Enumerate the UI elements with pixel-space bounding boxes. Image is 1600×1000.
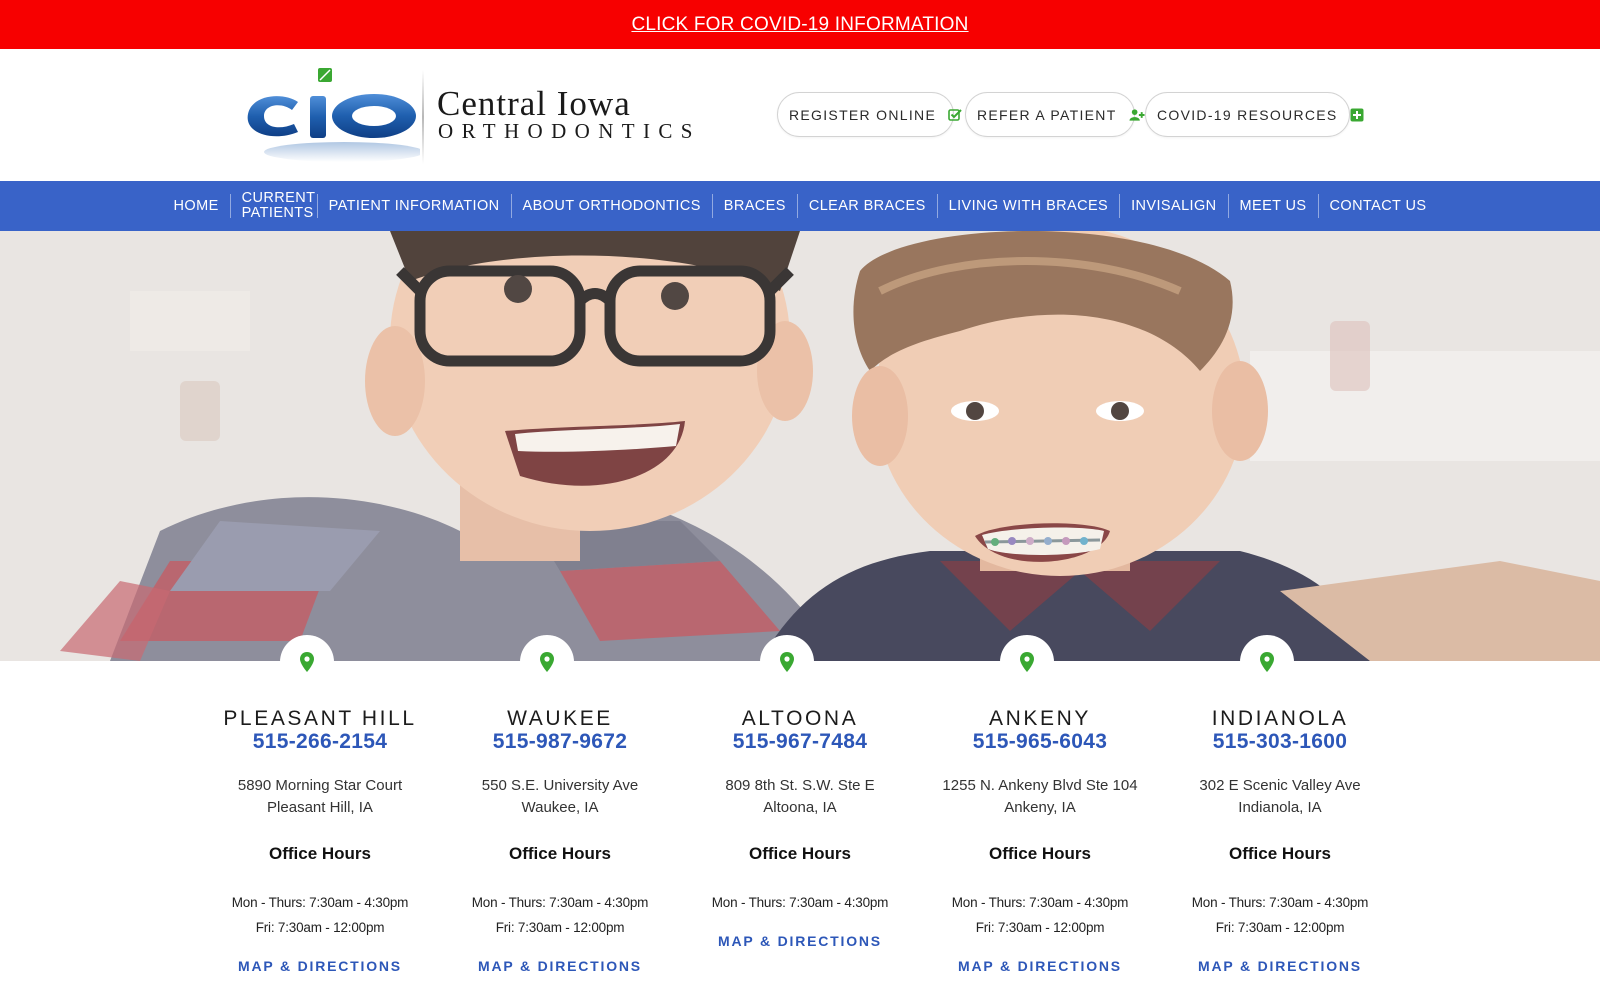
refer-patient-button[interactable]: REFER A PATIENT <box>965 92 1145 137</box>
nav-item-braces[interactable]: BRACES <box>713 198 797 214</box>
nav-item-invisalign[interactable]: INVISALIGN <box>1120 198 1227 214</box>
location-pin-button[interactable] <box>280 635 334 689</box>
location-pin-button[interactable] <box>1240 635 1294 689</box>
location-phone-link[interactable]: 515-303-1600 <box>1160 730 1400 754</box>
hero-illustration <box>0 231 1600 661</box>
location-name: INDIANOLA <box>1211 707 1349 730</box>
office-hours-title: Office Hours <box>748 844 852 863</box>
office-hours-title: Office Hours <box>268 844 372 863</box>
location-phone-link[interactable]: 515-965-6043 <box>920 730 1160 754</box>
nav-item-living-with-braces[interactable]: LIVING WITH BRACES <box>938 198 1119 214</box>
office-hours-friday: Fri: 7:30am - 12:00pm <box>495 920 625 935</box>
map-directions-link[interactable]: MAP & DIRECTIONS <box>680 933 920 949</box>
office-hours-friday: Fri: 7:30am - 12:00pm <box>975 920 1105 935</box>
map-pin-icon <box>780 652 794 672</box>
map-pin-icon <box>540 652 554 672</box>
covid-resources-button[interactable]: COVID-19 RESOURCES <box>1145 92 1364 137</box>
check-square-icon <box>948 107 962 123</box>
location-phone-link[interactable]: 515-987-9672 <box>440 730 680 754</box>
location-name: ALTOONA <box>741 707 859 730</box>
location-address-line2: Altoona, IA <box>763 799 837 816</box>
location-address-line2: Ankeny, IA <box>1004 799 1076 816</box>
locations-section: PLEASANT HILL 515-266-2154 5890 Morning … <box>0 631 1600 1000</box>
location-pin-button[interactable] <box>1000 635 1054 689</box>
register-online-label: REGISTER ONLINE <box>789 106 937 123</box>
logo-subtitle: ORTHODONTICS <box>438 119 701 143</box>
map-directions-link[interactable]: MAP & DIRECTIONS <box>200 958 440 974</box>
map-directions-link[interactable]: MAP & DIRECTIONS <box>1160 958 1400 974</box>
location-pin-button[interactable] <box>760 635 814 689</box>
location-address-line1: 809 8th St. S.W. Ste E <box>725 777 875 794</box>
nav-item-current-patients[interactable]: CURRENT PATIENTS <box>231 191 317 221</box>
location-address-line2: Waukee, IA <box>521 799 599 816</box>
map-pin-icon <box>1260 652 1274 672</box>
location-name: ANKENY <box>989 707 1091 730</box>
nav-item-contact-us[interactable]: CONTACT US <box>1319 198 1438 214</box>
nav-item-about-orthodontics[interactable]: ABOUT ORTHODONTICS <box>512 198 712 214</box>
nav-item-home[interactable]: HOME <box>163 198 230 214</box>
refer-patient-label: REFER A PATIENT <box>977 106 1117 123</box>
location-name: WAUKEE <box>507 707 613 730</box>
office-hours-weekday: Mon - Thurs: 7:30am - 4:30pm <box>951 895 1129 910</box>
main-nav: HOME CURRENT PATIENTS PATIENT INFORMATIO… <box>0 181 1600 231</box>
office-hours-friday: Fri: 7:30am - 12:00pm <box>255 920 385 935</box>
location-address-line2: Indianola, IA <box>1238 799 1322 816</box>
logo-name: Central Iowa <box>437 84 631 123</box>
map-pin-icon <box>1020 652 1034 672</box>
covid-info-link[interactable]: CLICK FOR COVID-19 INFORMATION <box>631 14 968 36</box>
office-hours-weekday: Mon - Thurs: 7:30am - 4:30pm <box>471 895 649 910</box>
plus-square-icon <box>1350 107 1364 123</box>
cio-logo-mark <box>247 68 420 162</box>
logo-divider <box>422 70 424 164</box>
location-phone-link[interactable]: 515-967-7484 <box>680 730 920 754</box>
site-header: Central Iowa ORTHODONTICS REGISTER ONLIN… <box>0 49 1600 181</box>
location-address-line1: 1255 N. Ankeny Blvd Ste 104 <box>942 777 1138 794</box>
location-pin-button[interactable] <box>520 635 574 689</box>
office-hours-weekday: Mon - Thurs: 7:30am - 4:30pm <box>1191 895 1369 910</box>
office-hours-friday: Fri: 7:30am - 12:00pm <box>1215 920 1345 935</box>
map-directions-link[interactable]: MAP & DIRECTIONS <box>920 958 1160 974</box>
location-address-line1: 302 E Scenic Valley Ave <box>1199 777 1361 794</box>
office-hours-title: Office Hours <box>508 844 612 863</box>
office-hours-title: Office Hours <box>988 844 1092 863</box>
nav-item-meet-us[interactable]: MEET US <box>1229 198 1318 214</box>
covid-resources-label: COVID-19 RESOURCES <box>1157 106 1338 123</box>
location-name: PLEASANT HILL <box>223 707 417 730</box>
logo[interactable]: Central Iowa ORTHODONTICS <box>244 66 712 168</box>
location-address-line1: 5890 Morning Star Court <box>237 777 403 794</box>
register-online-button[interactable]: REGISTER ONLINE <box>777 92 962 137</box>
location-address-line1: 550 S.E. University Ave <box>481 777 639 794</box>
office-hours-weekday: Mon - Thurs: 7:30am - 4:30pm <box>231 895 409 910</box>
nav-item-patient-information[interactable]: PATIENT INFORMATION <box>318 198 511 214</box>
location-address-line2: Pleasant Hill, IA <box>267 799 373 816</box>
map-directions-link[interactable]: MAP & DIRECTIONS <box>440 958 680 974</box>
office-hours-title: Office Hours <box>1228 844 1332 863</box>
user-plus-icon <box>1129 107 1145 123</box>
map-pin-icon <box>300 652 314 672</box>
nav-item-clear-braces[interactable]: CLEAR BRACES <box>798 198 937 214</box>
location-phone-link[interactable]: 515-266-2154 <box>200 730 440 754</box>
hero-image <box>0 231 1600 661</box>
covid-banner: CLICK FOR COVID-19 INFORMATION <box>0 0 1600 49</box>
office-hours-weekday: Mon - Thurs: 7:30am - 4:30pm <box>711 895 889 910</box>
